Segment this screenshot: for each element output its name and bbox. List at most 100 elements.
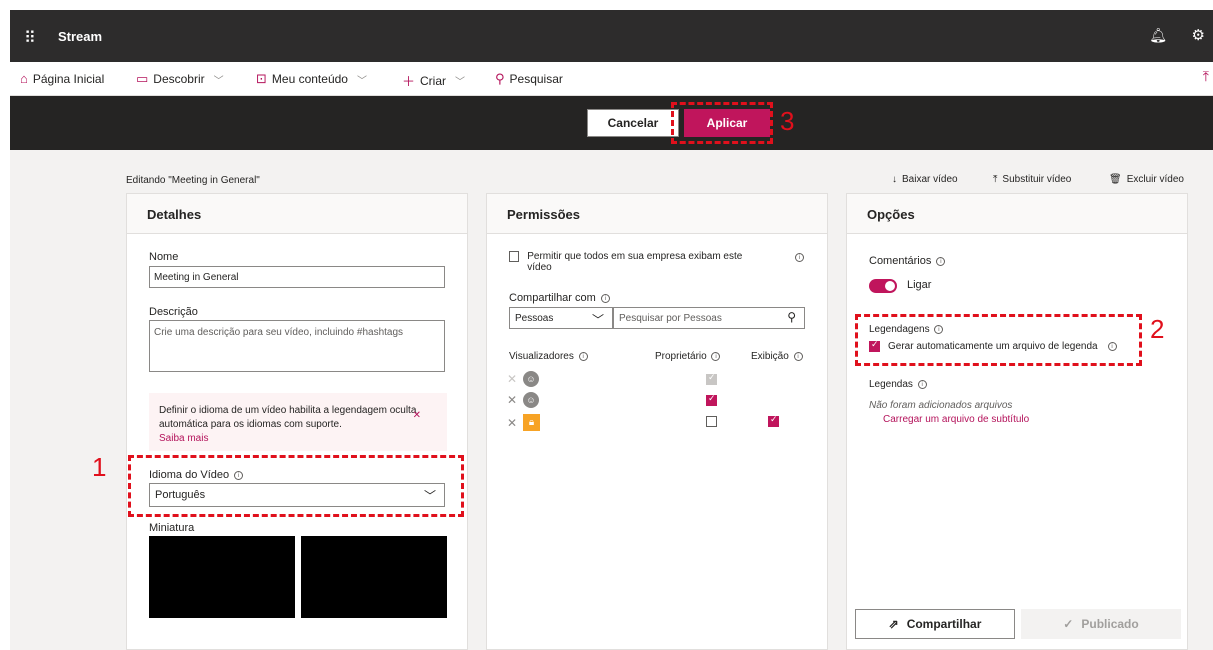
search-people-input[interactable]: Pesquisar por Pessoas ⚲ (613, 307, 805, 329)
view-label-text: Exibição (751, 351, 789, 362)
options-panel: Opções Comentários i Ligar Legendagens i… (846, 193, 1188, 650)
replace-video-label: Substituir vídeo (1002, 174, 1072, 185)
info-icon[interactable]: i (793, 351, 803, 361)
viewers-label: Visualizadores i (509, 351, 588, 362)
allow-all-checkbox[interactable] (509, 251, 520, 262)
subtitles-label-text: Legendas (869, 379, 913, 390)
details-panel: Detalhes Nome Descrição Crie uma descriç… (126, 193, 468, 650)
thumbnail-option[interactable] (149, 536, 295, 618)
nav-search-label: Pesquisar (509, 72, 563, 86)
upload-icon: ⤒ (993, 174, 998, 185)
nav-search[interactable]: ⚲ Pesquisar (495, 71, 563, 87)
delete-video-label: Excluir vídeo (1126, 174, 1184, 185)
info-icon[interactable]: i (936, 256, 946, 266)
download-video-link[interactable]: ↓ Baixar vídeo (892, 174, 958, 185)
callout-box-captions (855, 314, 1142, 366)
viewers-label-text: Visualizadores (509, 351, 574, 362)
language-info-banner: Definir o idioma de um vídeo habilita a … (149, 393, 447, 451)
search-people-placeholder: Pesquisar por Pessoas (619, 313, 722, 324)
viewer-row: ✕ 🔒︎ (507, 414, 540, 431)
chevron-down-icon: ﹀ (455, 77, 466, 88)
no-files-text: Não foram adicionados arquivos (869, 400, 1013, 411)
video-icon: ⊡ (256, 71, 267, 86)
allow-all-label: Permitir que todos em sua empresa exibam… (527, 251, 743, 273)
subtitles-label: Legendas i (869, 379, 927, 390)
language-info-text: Definir o idioma de um vídeo habilita a … (159, 405, 417, 430)
owner-label: Proprietário i (655, 351, 721, 362)
search-icon: ⚲ (495, 71, 505, 86)
share-button-label: Compartilhar (906, 617, 982, 631)
replace-video-link[interactable]: ⤒ Substituir vídeo (993, 174, 1071, 185)
owner-label-text: Proprietário (655, 351, 707, 362)
delete-video-link[interactable]: 🗑︎ Excluir vídeo (1109, 174, 1184, 185)
permissions-title: Permissões (487, 194, 827, 234)
remove-icon[interactable]: ✕ (507, 393, 523, 407)
action-bar: Cancelar Aplicar (10, 96, 1213, 150)
chevron-down-icon: ﹀ (356, 75, 367, 87)
description-input[interactable]: Crie uma descrição para seu vídeo, inclu… (149, 320, 445, 372)
comments-toggle[interactable] (869, 279, 897, 293)
published-button: ✓ Publicado (1021, 609, 1181, 639)
comments-label: Comentários i (869, 255, 946, 267)
app-launcher-icon[interactable]: ⠿ (24, 28, 36, 48)
check-icon: ✓ (1063, 617, 1074, 631)
details-title: Detalhes (127, 194, 467, 234)
upload-subtitle-link[interactable]: Carregar um arquivo de subtítulo (883, 414, 1029, 425)
callout-box-apply (671, 102, 773, 144)
notifications-icon[interactable]: 🔔︎ (1149, 27, 1167, 44)
share-button[interactable]: ⇗ Compartilhar (855, 609, 1015, 639)
permissions-panel: Permissões Permitir que todos em sua emp… (486, 193, 828, 650)
settings-icon[interactable]: ⚙ (1192, 26, 1205, 44)
remove-icon[interactable]: ✕ (507, 372, 523, 386)
viewer-row: ✕ ☺ (507, 371, 539, 387)
download-icon: ↓ (892, 174, 897, 185)
owner-checkbox[interactable] (706, 393, 717, 406)
learn-more-link[interactable]: Saiba mais (159, 433, 208, 444)
info-icon[interactable]: i (600, 293, 610, 303)
comments-toggle-label: Ligar (907, 279, 932, 291)
info-icon[interactable]: i (795, 253, 804, 262)
cancel-button[interactable]: Cancelar (587, 109, 679, 137)
info-icon[interactable]: i (917, 379, 927, 389)
chevron-down-icon: ﹀ (591, 313, 604, 327)
name-input[interactable] (149, 266, 445, 288)
share-with-select[interactable]: Pessoas ﹀ (509, 307, 613, 329)
upload-icon[interactable]: ⤒ (1203, 68, 1209, 85)
view-checkbox[interactable] (768, 414, 779, 427)
editing-label: Editando "Meeting in General" (126, 175, 260, 186)
user-avatar-icon: ☺ (523, 371, 539, 387)
published-button-label: Publicado (1081, 617, 1139, 631)
nav-my-content[interactable]: ⊡ Meu conteúdo ﹀ (256, 71, 367, 87)
nav-discover-label: Descobrir (153, 72, 205, 86)
lock-icon: 🔒︎ (523, 414, 540, 431)
download-video-label: Baixar vídeo (902, 174, 958, 185)
nav-home-label: Página Inicial (32, 71, 105, 86)
nav-home[interactable]: ⌂ Página Inicial (20, 71, 104, 86)
nav-create[interactable]: ＋ Criar ﹀ (402, 71, 465, 90)
share-with-label: Compartilhar com i (509, 292, 610, 304)
thumbnail-label: Miniatura (149, 522, 195, 534)
thumbnail-option[interactable] (301, 536, 447, 618)
owner-checkbox (706, 372, 717, 385)
viewer-row: ✕ ☺ (507, 392, 539, 408)
callout-number-2: 2 (1150, 314, 1165, 344)
discover-icon: ▭ (136, 71, 149, 86)
search-icon: ⚲ (787, 310, 796, 324)
view-label: Exibição i (751, 351, 803, 362)
app-title[interactable]: Stream (58, 29, 102, 44)
callout-number-3: 3 (780, 106, 795, 136)
info-icon[interactable]: i (578, 351, 588, 361)
plus-icon: ＋ (402, 74, 416, 89)
callout-number-1: 1 (92, 452, 107, 482)
allow-all-option[interactable]: Permitir que todos em sua empresa exibam… (509, 251, 749, 273)
share-with-value: Pessoas (515, 313, 554, 324)
nav-discover[interactable]: ▭ Descobrir ﹀ (136, 71, 224, 87)
trash-icon: 🗑︎ (1109, 174, 1122, 185)
close-icon[interactable]: ✕ (413, 409, 421, 423)
remove-icon[interactable]: ✕ (507, 416, 523, 430)
share-with-label-text: Compartilhar com (509, 292, 596, 304)
info-icon[interactable]: i (711, 351, 721, 361)
options-title: Opções (847, 194, 1187, 234)
owner-checkbox[interactable] (706, 416, 717, 427)
comments-label-text: Comentários (869, 255, 932, 267)
